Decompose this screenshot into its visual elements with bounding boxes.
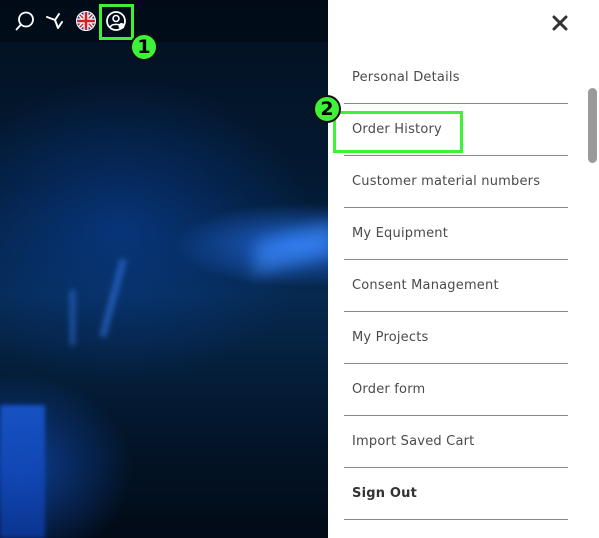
background-shape [0, 405, 45, 538]
menu-item-consent-management[interactable]: Consent Management [344, 260, 568, 312]
step-badge-2: 2 [313, 95, 341, 123]
menu-item-my-equipment[interactable]: My Equipment [344, 208, 568, 260]
annotation-highlight-account [99, 4, 134, 40]
menu-item-personal-details[interactable]: Personal Details [344, 52, 568, 104]
background-shape [70, 290, 75, 345]
scrollbar-thumb[interactable] [588, 88, 597, 163]
step-badge-1: 1 [130, 33, 158, 61]
menu-item-sign-out[interactable]: Sign Out [344, 468, 568, 520]
scrollbar-track[interactable] [586, 0, 599, 538]
brand-logo-icon[interactable] [44, 10, 66, 32]
annotation-highlight-order-history [333, 111, 463, 153]
background-shape [255, 221, 328, 275]
uk-flag-icon[interactable] [75, 10, 97, 32]
background-shape [99, 258, 127, 338]
menu-item-my-projects[interactable]: My Projects [344, 312, 568, 364]
close-icon[interactable] [549, 12, 571, 34]
menu-item-import-saved-cart[interactable]: Import Saved Cart [344, 416, 568, 468]
menu-item-customer-material-numbers[interactable]: Customer material numbers [344, 156, 568, 208]
hero-background [0, 0, 328, 538]
menu-item-order-form[interactable]: Order form [344, 364, 568, 416]
search-icon[interactable] [14, 10, 36, 32]
